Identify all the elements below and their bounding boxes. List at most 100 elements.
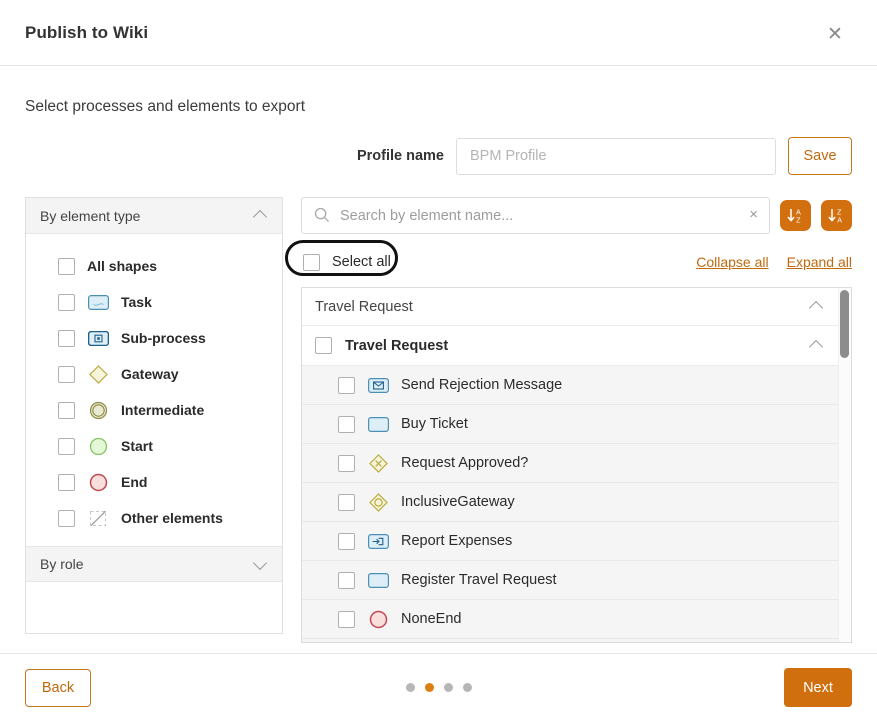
section-subtitle: Select processes and elements to export [25,98,306,115]
select-all-checkbox[interactable] [303,253,320,271]
filter-item-all-shapes[interactable]: All shapes [26,248,282,284]
step-dot-4[interactable] [462,683,472,692]
filter-item-label: Sub-process [121,330,206,346]
list-item-label: Report Expenses [401,533,513,549]
filter-item-start[interactable]: Start [26,428,282,464]
select-all-control[interactable]: Select all [301,253,391,271]
step-dot-2[interactable] [424,683,434,692]
filter-item-label: Task [121,294,152,310]
checkbox[interactable] [58,293,75,311]
filter-item-label: Intermediate [121,402,205,418]
checkbox[interactable] [58,437,75,455]
dialog-header: Publish to Wiki ✕ [0,0,877,66]
tree-group-label: Travel Request [315,298,413,315]
svg-text:A: A [796,208,801,217]
intermediate-event-icon [87,401,109,419]
checkbox[interactable] [58,365,75,383]
sort-descending-button[interactable]: Z A [821,200,852,231]
tree-scrollbar-track[interactable] [838,288,851,642]
checkbox[interactable] [58,329,75,347]
list-item[interactable]: Register Travel Request [302,561,838,600]
filter-item-sub-process[interactable]: Sub-process [26,320,282,356]
filter-section-element-type-header[interactable]: By element type [26,198,282,234]
inclusive-gateway-icon [367,492,389,512]
search-field-wrapper: × [301,197,770,234]
filter-item-gateway[interactable]: Gateway [26,356,282,392]
checkbox[interactable] [58,509,75,527]
tree-tail-spacer [302,639,838,642]
next-button[interactable]: Next [784,668,852,707]
filter-item-label: Gateway [121,366,179,382]
step-dot-1[interactable] [405,683,415,692]
chevron-up-icon [810,302,824,311]
chevron-down-icon [254,560,268,569]
checkbox[interactable] [58,473,75,491]
receive-task-icon [367,533,389,550]
gateway-icon [87,364,109,384]
list-item-label: InclusiveGateway [401,494,515,510]
tree-scrollbar-thumb[interactable] [840,290,849,358]
list-item[interactable]: Send Rejection Message [302,366,838,405]
tree-process-label: Travel Request [345,337,449,354]
element-selection-panel: × A Z Z A [285,197,852,643]
list-item[interactable]: Report Expenses [302,522,838,561]
profile-name-input[interactable] [456,137,776,175]
tree-links: Collapse all Expand all [696,254,852,270]
sub-process-icon [87,330,109,347]
dialog-footer: Back Next [0,653,877,721]
filter-item-task[interactable]: Task [26,284,282,320]
select-all-row: Select all Collapse all Expand all [285,240,852,276]
checkbox[interactable] [58,257,75,275]
svg-text:Z: Z [796,217,801,224]
profile-name-label: Profile name [356,148,444,164]
dialog-body: Select processes and elements to export … [0,66,877,653]
list-item[interactable]: Request Approved? [302,444,838,483]
clear-search-icon[interactable]: × [749,206,758,224]
checkbox[interactable] [338,376,355,394]
filter-section-role-header[interactable]: By role [26,546,282,582]
back-button[interactable]: Back [25,668,91,707]
chevron-up-icon [810,341,824,350]
filter-item-other-elements[interactable]: Other elements [26,500,282,536]
filter-panel: By element type All shapes Task Sub-proc… [25,197,283,634]
end-event-icon [87,473,109,491]
filter-section-role-title: By role [40,556,84,572]
page-title: Publish to Wiki [25,22,149,42]
filter-item-label: Other elements [121,510,223,526]
list-item-label: NoneEnd [401,611,462,627]
checkbox[interactable] [58,401,75,419]
checkbox[interactable] [315,337,332,354]
select-all-label: Select all [332,254,391,270]
checkbox[interactable] [338,532,355,550]
sort-ascending-button[interactable]: A Z [780,200,811,231]
chevron-up-icon [254,211,268,220]
checkbox[interactable] [338,610,355,628]
list-item[interactable]: Buy Ticket [302,405,838,444]
svg-text:Z: Z [837,208,842,217]
task-icon [367,572,389,589]
checkbox[interactable] [338,415,355,433]
checkbox[interactable] [338,571,355,589]
send-task-icon [367,377,389,394]
list-item[interactable]: NoneEnd [302,600,838,639]
tree-process-row[interactable]: Travel Request [302,326,838,366]
element-tree-scroll-area: Travel Request Travel Request Send Rejec… [302,288,851,642]
search-input[interactable] [301,197,770,234]
step-indicator [0,683,877,692]
start-event-icon [87,437,109,455]
collapse-all-link[interactable]: Collapse all [696,254,768,270]
filter-item-intermediate[interactable]: Intermediate [26,392,282,428]
svg-text:A: A [837,217,842,224]
main-columns: By element type All shapes Task Sub-proc… [25,197,852,643]
tree-group-header[interactable]: Travel Request [302,288,838,326]
close-icon[interactable]: ✕ [821,20,849,48]
step-dot-3[interactable] [443,683,453,692]
checkbox[interactable] [338,454,355,472]
expand-all-link[interactable]: Expand all [787,254,852,270]
filter-item-label: End [121,474,148,490]
filter-item-end[interactable]: End [26,464,282,500]
checkbox[interactable] [338,493,355,511]
list-item-label: Register Travel Request [401,572,557,588]
list-item[interactable]: InclusiveGateway [302,483,838,522]
save-button[interactable]: Save [788,137,852,175]
